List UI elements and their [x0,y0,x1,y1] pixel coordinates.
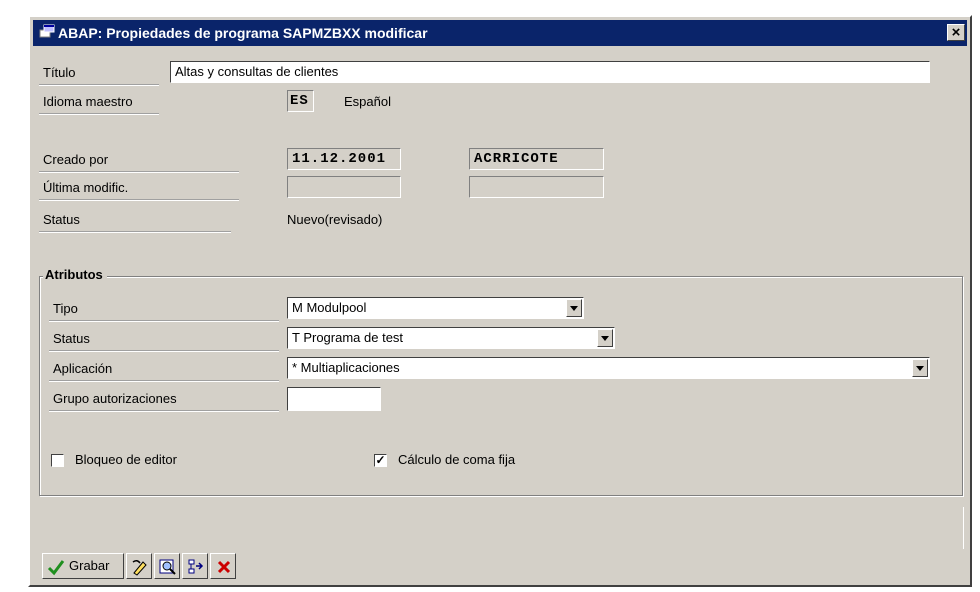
cancel-x-icon [217,560,231,574]
idioma-label: Idioma maestro [43,94,133,109]
idioma-name: Español [344,94,391,109]
tipo-dropdown[interactable]: M Modulpool [287,297,584,319]
grabar-button[interactable]: Grabar [42,553,124,579]
divider [963,507,964,549]
checkmark-icon [47,560,65,576]
label-underline [49,410,279,412]
tipo-label: Tipo [53,301,78,316]
creado-user-field[interactable]: ACRRICOTE [469,148,604,170]
close-icon: × [951,24,961,41]
find-button[interactable] [154,553,180,579]
pencil-eraser-icon [132,559,147,576]
status-value: Nuevo(revisado) [287,212,383,227]
atrib-status-label: Status [53,331,90,346]
label-underline [49,350,279,352]
chevron-down-icon[interactable] [597,329,613,347]
aplicacion-value: * Multiaplicaciones [292,360,400,375]
label-underline [39,231,231,233]
label-underline [39,171,239,173]
grupo-label: Grupo autorizaciones [53,391,177,406]
bloqueo-checkbox[interactable] [51,454,64,467]
magnifier-icon [159,559,176,575]
modific-date-field[interactable] [287,176,401,198]
window-title: ABAP: Propiedades de programa SAPMZBXX m… [58,25,428,41]
label-underline [39,199,239,201]
label-underline [49,380,279,382]
titulo-input[interactable]: Altas y consultas de clientes [170,61,930,83]
label-underline [39,84,159,86]
modific-label: Última modific. [43,180,129,195]
chevron-down-icon[interactable] [912,359,928,377]
grupo-input[interactable] [287,387,381,411]
chevron-down-icon[interactable] [566,299,582,317]
aplicacion-label: Aplicación [53,361,113,376]
calculo-checkbox[interactable]: ✓ [374,454,387,467]
idioma-code-field[interactable]: ES [287,90,314,112]
grabar-label: Grabar [69,558,110,573]
creado-date-field[interactable]: 11.12.2001 [287,148,401,170]
tipo-value: M Modulpool [292,300,367,315]
bloqueo-label: Bloqueo de editor [75,452,177,467]
status-dropdown[interactable]: T Programa de test [287,327,615,349]
creado-label: Creado por [43,152,109,167]
titulo-label: Título [43,65,76,80]
title-bar[interactable]: ABAP: Propiedades de programa SAPMZBXX m… [33,20,967,46]
close-button[interactable]: × [947,24,965,41]
atrib-status-value: T Programa de test [292,330,404,345]
atributos-title: Atributos [43,267,107,283]
hierarchy-icon [188,559,204,574]
status-label: Status [43,212,80,227]
modific-user-field[interactable] [469,176,604,198]
calculo-label: Cálculo de coma fija [398,452,516,467]
label-underline [39,113,159,115]
hierarchy-button[interactable] [182,553,208,579]
cancel-button[interactable] [210,553,236,579]
aplicacion-dropdown[interactable]: * Multiaplicaciones [287,357,930,379]
check-syntax-button[interactable] [126,553,152,579]
check-mark-icon: ✓ [375,453,386,467]
label-underline [49,320,279,322]
sap-window-icon [39,24,55,38]
dialog-window: ABAP: Propiedades de programa SAPMZBXX m… [28,15,972,587]
